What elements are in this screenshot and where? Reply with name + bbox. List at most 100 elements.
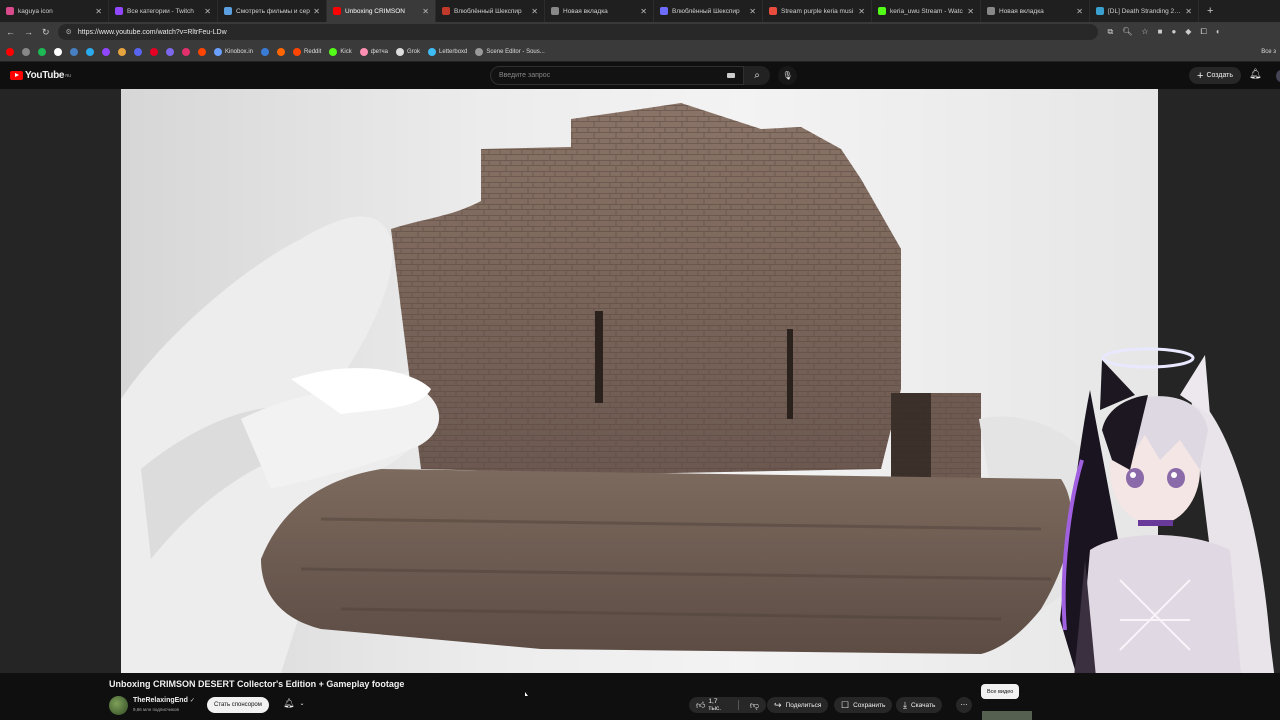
address-bar[interactable]: ⚙ https://www.youtube.com/watch?v=RltrFe…: [57, 24, 1098, 40]
tab-favicon-icon: [769, 7, 777, 15]
bookmark-item[interactable]: [277, 47, 286, 56]
bookmark-item[interactable]: фетча: [359, 47, 389, 56]
tab-favicon-icon: [878, 7, 886, 15]
bookmark-item[interactable]: Grok: [396, 47, 420, 56]
extension-icon[interactable]: ●: [1171, 27, 1176, 37]
like-count: 1,7 тыс.: [708, 698, 722, 712]
vtuber-avatar-overlay: [1060, 347, 1280, 720]
channel-name-link[interactable]: TheRelaxingEnd ✓: [133, 697, 195, 704]
create-button[interactable]: + Создать: [1189, 67, 1242, 84]
dislike-button[interactable]: 👎︎: [743, 697, 766, 713]
voice-search-button[interactable]: 🎙︎: [778, 66, 797, 85]
bookmark-item[interactable]: [70, 47, 78, 56]
keyboard-icon[interactable]: [727, 73, 735, 78]
save-label: Сохранить: [853, 701, 886, 709]
video-player[interactable]: [0, 89, 1280, 720]
save-button[interactable]: ☐ Сохранить: [834, 697, 893, 713]
account-avatar[interactable]: [1276, 70, 1280, 82]
search-button[interactable]: ⌕: [744, 66, 770, 85]
tab-close-icon[interactable]: ✕: [531, 7, 538, 16]
tab-close-icon[interactable]: ✕: [313, 7, 320, 16]
download-button[interactable]: ⤓ Скачать: [896, 697, 943, 713]
download-icon: ⤓: [903, 699, 907, 710]
youtube-wordmark: YouTube: [25, 70, 65, 81]
bookmark-item[interactable]: Reddit: [293, 47, 321, 56]
tab-close-icon[interactable]: ✕: [858, 7, 865, 16]
bookmark-item[interactable]: [118, 47, 126, 56]
tab-favicon-icon: [6, 7, 14, 15]
search-placeholder: Введите запрос: [499, 72, 551, 79]
tab-close-icon[interactable]: ✕: [1076, 7, 1083, 16]
more-actions-button[interactable]: ⋯: [956, 697, 972, 713]
tab-close-icon[interactable]: ✕: [422, 7, 429, 16]
browser-tab[interactable]: Stream purple keria musi ✕: [763, 0, 872, 22]
install-app-icon[interactable]: ⧉: [1108, 27, 1114, 37]
tab-close-icon[interactable]: ✕: [204, 7, 211, 16]
tab-close-icon[interactable]: ✕: [967, 7, 974, 16]
extension-icon[interactable]: ◆: [1185, 27, 1191, 37]
tab-close-icon[interactable]: ✕: [640, 7, 647, 16]
bookmark-item[interactable]: Scene Editor - Sous...: [475, 47, 545, 56]
sponsor-button[interactable]: Стать спонсором: [207, 697, 269, 713]
browser-tab[interactable]: Новая вкладка ✕: [545, 0, 654, 22]
bookmark-label: Scene Editor - Sous...: [486, 48, 545, 55]
video-info-bar: Unboxing CRIMSON DESERT Collector's Edit…: [0, 673, 1280, 720]
notifications-bell-icon[interactable]: 🔔︎: [1249, 69, 1262, 80]
tab-favicon-icon: [442, 7, 450, 15]
like-button[interactable]: 👍︎ 1,7 тыс.: [689, 697, 734, 713]
browser-tab[interactable]: Unboxing CRIMSON ✕: [327, 0, 436, 22]
forward-icon[interactable]: →: [24, 27, 33, 38]
tab-close-icon[interactable]: ✕: [749, 7, 756, 16]
bookmark-item[interactable]: Letterboxd: [428, 47, 467, 56]
bookmark-item[interactable]: [198, 47, 206, 56]
browser-tab[interactable]: Смотреть фильмы и сер ✕: [218, 0, 327, 22]
tab-close-icon[interactable]: ✕: [1185, 7, 1192, 16]
reload-icon[interactable]: ↻: [42, 27, 50, 38]
bookmark-item[interactable]: [38, 47, 46, 56]
zoom-icon[interactable]: 🔍︎: [1122, 27, 1132, 37]
browser-tab[interactable]: Новая вкладка ✕: [981, 0, 1090, 22]
search-input[interactable]: Введите запрос: [490, 66, 744, 85]
bookmark-label: фетча: [370, 48, 389, 55]
bookmark-star-icon[interactable]: ☆: [1141, 27, 1148, 37]
bookmark-favicon-icon: [54, 47, 62, 56]
youtube-header: YouTube RU Введите запрос ⌕ 🎙︎ + Создать…: [0, 62, 1280, 89]
bookmark-item[interactable]: [150, 47, 158, 56]
new-tab-button[interactable]: +: [1207, 5, 1213, 17]
bookmark-item[interactable]: [6, 47, 14, 56]
share-icon: ↪: [774, 699, 782, 710]
bookmark-item[interactable]: [22, 47, 30, 56]
browser-tab[interactable]: Влюблённый Шекспир ✕: [654, 0, 763, 22]
divider: [738, 700, 739, 710]
channel-name: TheRelaxingEnd: [133, 697, 188, 704]
bookmark-item[interactable]: [54, 47, 62, 56]
browser-tab[interactable]: keria_uwu Stream - Watc ✕: [872, 0, 981, 22]
browser-tab[interactable]: [DL] Death Stranding 2: C ✕: [1090, 0, 1199, 22]
back-icon[interactable]: ←: [6, 27, 15, 38]
bookmark-item[interactable]: [102, 47, 110, 56]
all-bookmarks-link[interactable]: Все з: [1261, 49, 1276, 55]
channel-avatar[interactable]: [109, 696, 128, 715]
bookmark-item[interactable]: [134, 47, 142, 56]
tab-close-icon[interactable]: ✕: [95, 7, 102, 16]
bookmark-item[interactable]: Kinobox.in: [214, 47, 253, 56]
browser-tab[interactable]: Все категории - Twitch ✕: [109, 0, 218, 22]
bookmark-item[interactable]: [86, 47, 94, 56]
subscription-notifications-button[interactable]: 🔔︎ ⌄: [283, 698, 304, 709]
extensions-puzzle-icon[interactable]: ⧠: [1200, 27, 1206, 37]
bookmark-item[interactable]: [261, 47, 270, 56]
youtube-logo[interactable]: YouTube RU: [10, 70, 71, 81]
site-info-icon[interactable]: ⚙: [66, 28, 72, 36]
browser-tab[interactable]: Влюблённый Шекспир ✕: [436, 0, 545, 22]
bookmark-item[interactable]: Kick: [329, 47, 352, 56]
bookmark-item[interactable]: [166, 47, 174, 56]
browser-tab[interactable]: kaguya icon ✕: [0, 0, 109, 22]
extension-icon[interactable]: ■: [1158, 27, 1163, 37]
share-button[interactable]: ↪ Поделиться: [767, 697, 829, 713]
tab-favicon-icon: [333, 7, 341, 15]
bookmark-item[interactable]: [182, 47, 190, 56]
recommended-thumbnail[interactable]: [982, 711, 1032, 720]
video-frame[interactable]: [121, 89, 1158, 673]
all-videos-chip[interactable]: Все видео: [981, 684, 1020, 699]
profile-icon[interactable]: ◐: [1216, 27, 1221, 37]
